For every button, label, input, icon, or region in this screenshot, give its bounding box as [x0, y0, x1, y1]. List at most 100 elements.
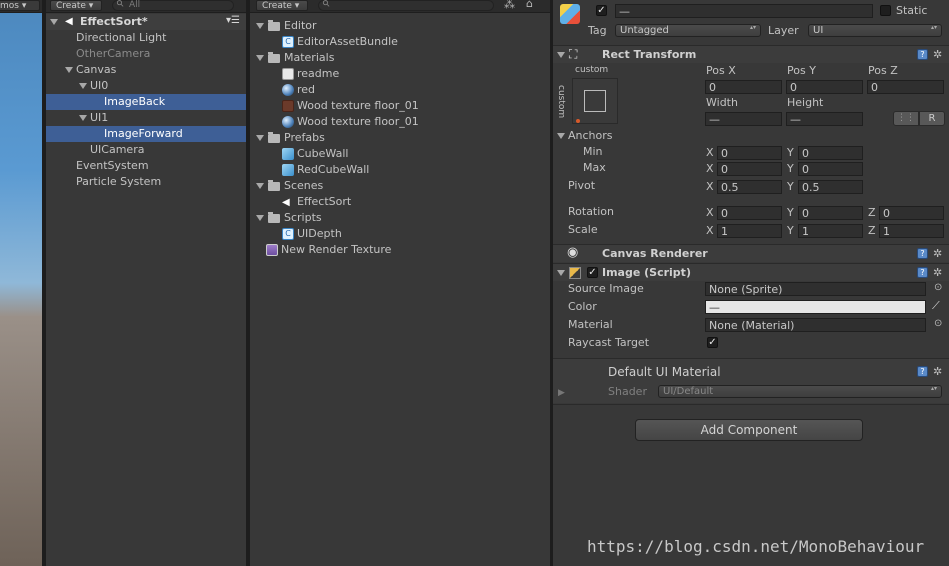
scale-y-label: Y	[787, 224, 794, 237]
rot-x-field[interactable]: 0	[717, 206, 782, 220]
shader-label: Shader	[608, 385, 647, 398]
rot-y-field[interactable]: 0	[798, 206, 863, 220]
pivot-y-field[interactable]: 0.5	[798, 180, 863, 194]
scene-menu-icon[interactable]: ▾☰	[226, 13, 240, 29]
text-file-icon	[282, 68, 294, 80]
hierarchy-item[interactable]: OtherCamera	[46, 46, 246, 62]
tag-dropdown[interactable]: Untagged	[615, 24, 761, 37]
pos-y-field[interactable]: 0	[786, 80, 863, 94]
filter-label-icon[interactable]: ⌂	[526, 0, 533, 10]
rot-z-field[interactable]: 0	[879, 206, 944, 220]
material-fold-icon[interactable]: ▶	[558, 388, 565, 398]
hierarchy-item[interactable]: ImageBack	[46, 94, 246, 110]
min-y-field[interactable]: 0	[798, 146, 863, 160]
hierarchy-item[interactable]: Directional Light	[46, 30, 246, 46]
expand-triangle-icon[interactable]	[50, 19, 58, 25]
expand-triangle-icon[interactable]	[79, 83, 87, 89]
max-x-field[interactable]: 0	[717, 162, 782, 176]
hierarchy-create-button[interactable]: Create ▾	[50, 0, 102, 11]
project-asset[interactable]: Wood texture floor_01	[250, 114, 550, 130]
help-icon[interactable]: ?	[917, 366, 928, 377]
expand-triangle-icon[interactable]	[256, 23, 264, 29]
scene-view[interactable]	[0, 0, 42, 566]
project-folder[interactable]: Materials	[250, 50, 550, 66]
pos-z-label: Pos Z	[868, 64, 898, 77]
expand-triangle-icon[interactable]	[256, 55, 264, 61]
help-icon[interactable]: ?	[917, 248, 928, 259]
expand-triangle-icon[interactable]	[65, 67, 73, 73]
pos-x-field[interactable]: 0	[705, 80, 782, 94]
project-asset[interactable]: C UIDepth	[250, 226, 550, 242]
hierarchy-item[interactable]: UI1	[46, 110, 246, 126]
max-y-field[interactable]: 0	[798, 162, 863, 176]
source-image-field[interactable]: None (Sprite)	[705, 282, 926, 296]
hierarchy-item[interactable]: EventSystem	[46, 158, 246, 174]
project-folder[interactable]: Prefabs	[250, 130, 550, 146]
prefab-cube-icon	[282, 148, 294, 160]
rect-transform-header[interactable]: ⛶ Rect Transform ? ✲	[553, 45, 949, 63]
blueprint-mode-button[interactable]: ⋮⋮	[893, 111, 919, 126]
project-folder[interactable]: Scenes	[250, 178, 550, 194]
project-asset[interactable]: ◀ EffectSort	[250, 194, 550, 210]
project-asset[interactable]: RedCubeWall	[250, 162, 550, 178]
help-icon[interactable]: ?	[917, 49, 928, 60]
gizmos-button[interactable]: mos ▾	[0, 0, 40, 11]
hierarchy-item[interactable]: Canvas	[46, 62, 246, 78]
gear-icon[interactable]: ✲	[933, 248, 944, 259]
project-search-input[interactable]	[318, 0, 494, 11]
static-checkbox[interactable]	[880, 5, 891, 16]
object-name-field[interactable]: —	[615, 4, 873, 18]
add-component-button[interactable]: Add Component	[635, 419, 863, 441]
hierarchy-item[interactable]: UI0	[46, 78, 246, 94]
filter-type-icon[interactable]: ⁂	[504, 0, 515, 11]
fold-triangle-icon[interactable]	[557, 52, 565, 58]
project-create-button[interactable]: Create ▾	[256, 0, 308, 11]
scale-z-field[interactable]: 1	[879, 224, 944, 238]
expand-triangle-icon[interactable]	[256, 183, 264, 189]
fold-triangle-icon[interactable]	[557, 270, 565, 276]
object-picker-icon[interactable]: ⊙	[934, 282, 942, 293]
project-asset[interactable]: red	[250, 82, 550, 98]
gear-icon[interactable]: ✲	[933, 267, 944, 278]
pos-z-field[interactable]: 0	[867, 80, 944, 94]
raycast-target-checkbox[interactable]: ✓	[707, 337, 718, 348]
expand-triangle-icon[interactable]	[79, 115, 87, 121]
project-folder[interactable]: Scripts	[250, 210, 550, 226]
project-folder[interactable]: Editor	[250, 18, 550, 34]
material-field[interactable]: None (Material)	[705, 318, 926, 332]
scene-header[interactable]: ◀ EffectSort* ▾☰	[46, 14, 246, 30]
shader-dropdown[interactable]: UI/Default	[658, 385, 942, 398]
help-icon[interactable]: ?	[917, 267, 928, 278]
scale-y-field[interactable]: 1	[798, 224, 863, 238]
hierarchy-item[interactable]: Particle System	[46, 174, 246, 190]
image-enabled-checkbox[interactable]: ✓	[587, 267, 598, 278]
project-asset[interactable]: readme	[250, 66, 550, 82]
project-asset[interactable]: C EditorAssetBundle	[250, 34, 550, 50]
raw-edit-button[interactable]: R	[919, 111, 945, 126]
gear-icon[interactable]: ✲	[933, 366, 944, 377]
hierarchy-item[interactable]: UICamera	[46, 142, 246, 158]
project-asset[interactable]: Wood texture floor_01	[250, 98, 550, 114]
item-label: UI0	[90, 79, 109, 92]
object-picker-icon[interactable]: ⊙	[934, 318, 942, 329]
scale-x-field[interactable]: 1	[717, 224, 782, 238]
hierarchy-search-input[interactable]: All	[112, 0, 234, 11]
min-x-field[interactable]: 0	[717, 146, 782, 160]
gear-icon[interactable]: ✲	[933, 49, 944, 60]
color-field[interactable]: —	[705, 300, 926, 314]
project-asset[interactable]: CubeWall	[250, 146, 550, 162]
height-field[interactable]: —	[786, 112, 863, 126]
anchors-fold-icon[interactable]	[557, 133, 565, 139]
width-field[interactable]: —	[705, 112, 782, 126]
project-asset[interactable]: New Render Texture	[250, 242, 550, 258]
hierarchy-item[interactable]: ImageForward	[46, 126, 246, 142]
pivot-x-field[interactable]: 0.5	[717, 180, 782, 194]
layer-dropdown[interactable]: UI	[808, 24, 942, 37]
eyedropper-icon[interactable]: ⟋	[932, 299, 940, 313]
canvas-renderer-header[interactable]: ◉ Canvas Renderer ? ✲	[553, 244, 949, 262]
active-checkbox[interactable]: ✓	[596, 5, 607, 16]
expand-triangle-icon[interactable]	[256, 215, 264, 221]
expand-triangle-icon[interactable]	[256, 135, 264, 141]
image-component-header[interactable]: ✓ Image (Script) ? ✲	[553, 263, 949, 281]
anchor-presets-button[interactable]	[572, 78, 618, 124]
